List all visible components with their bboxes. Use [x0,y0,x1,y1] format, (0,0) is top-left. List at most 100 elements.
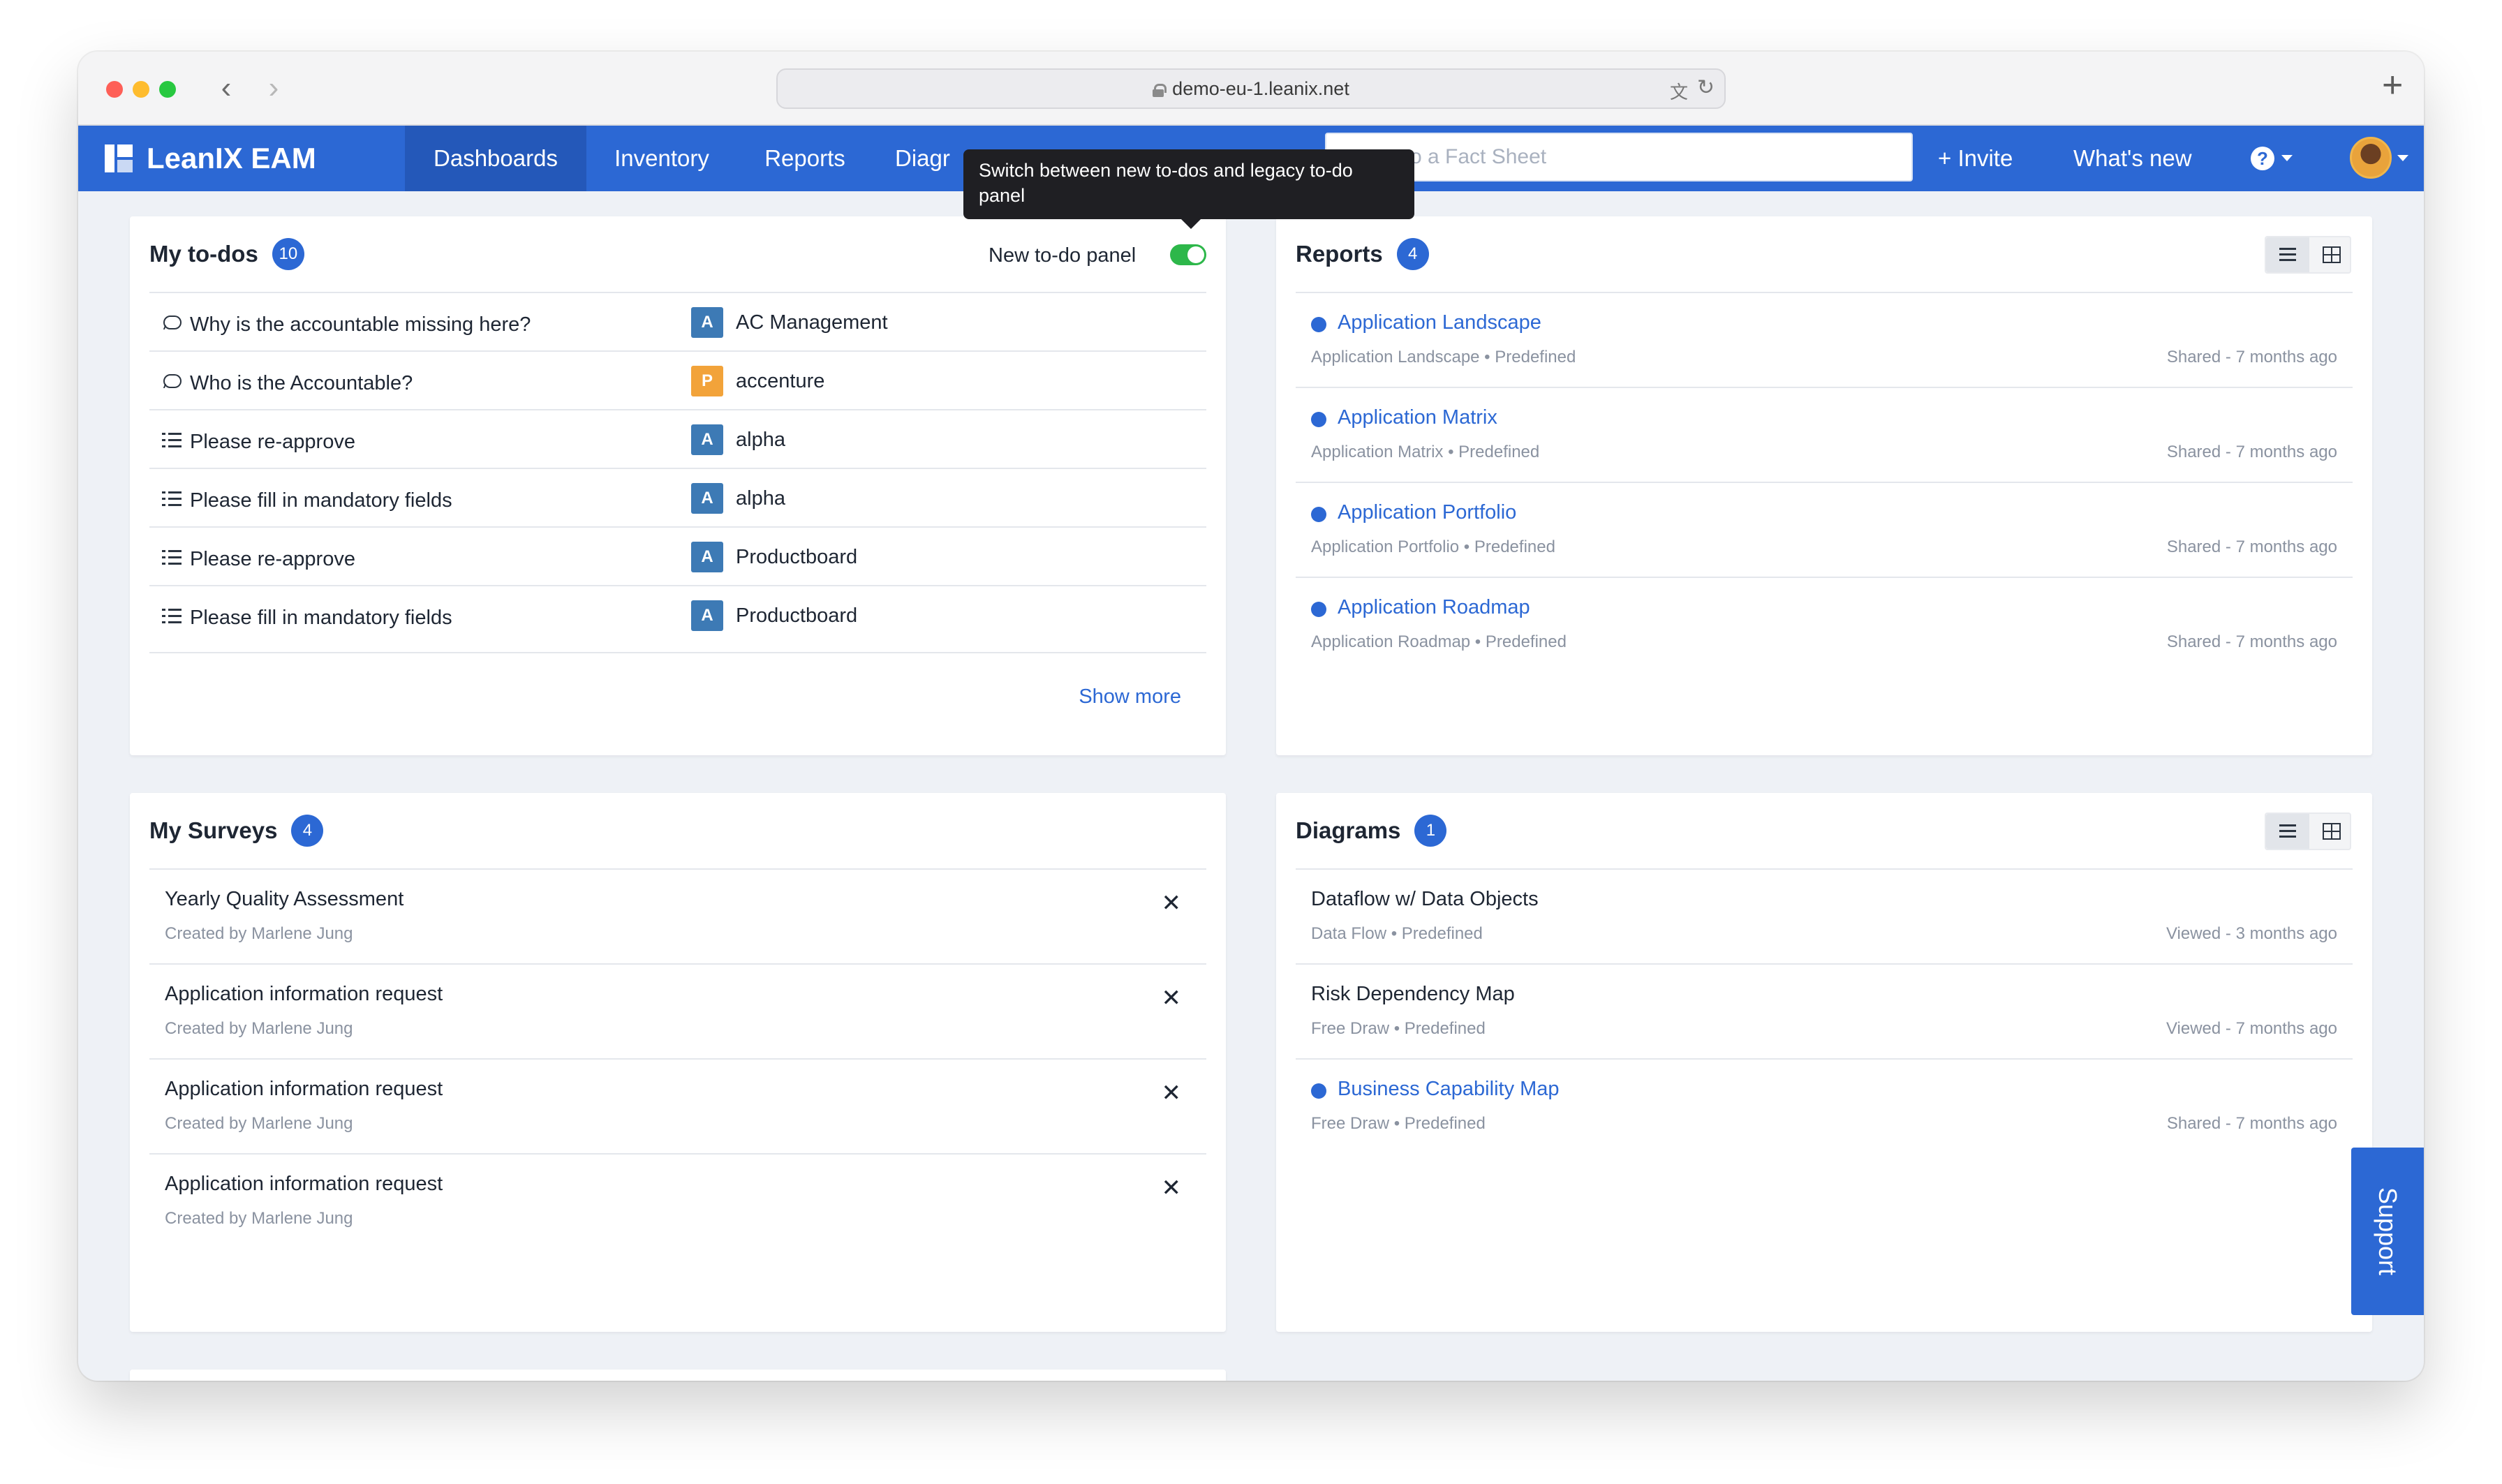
diagrams-title-text: Diagrams [1296,817,1401,843]
forward-arrow-icon[interactable]: › [260,67,288,109]
invite-button[interactable]: + Invite [1938,126,2013,191]
fact-sheet-name[interactable]: Productboard [736,528,857,586]
translate-icon[interactable]: 文 [1670,78,1688,104]
survey-item[interactable]: Application information request Created … [149,1155,1206,1249]
todo-row[interactable]: Please re-approve A alpha [149,410,1206,469]
todo-row[interactable]: Please re-approve A Productboard [149,528,1206,586]
todo-row[interactable]: Please fill in mandatory fields A Produc… [149,586,1206,653]
new-todo-panel-toggle[interactable] [1170,244,1206,265]
surveys-card: My Surveys 4 Yearly Quality Assessment Cr… [130,793,1226,1332]
brand-name: LeanIX EAM [147,142,316,175]
close-icon[interactable]: ✕ [1162,1079,1182,1107]
fact-sheet-name[interactable]: AC Management [736,293,888,352]
report-subtitle: Application Portfolio • Predefined [1311,537,1555,556]
user-chevron-down-icon[interactable] [2397,155,2408,161]
tab-dashboards[interactable]: Dashboards [405,126,586,191]
report-item[interactable]: Application Landscape Application Landsc… [1296,293,2353,388]
todos-count-badge: 10 [272,238,304,270]
grid-view-icon[interactable] [2309,814,2353,849]
diagram-title[interactable]: Business Capability Map [1338,1075,1560,1103]
surveys-title-text: My Surveys [149,817,278,843]
help-chevron-down-icon[interactable] [2281,155,2293,161]
survey-subtitle: Created by Marlene Jung [165,1209,353,1228]
back-arrow-icon[interactable]: ‹ [212,67,240,109]
close-icon[interactable]: ✕ [1162,1174,1182,1202]
report-item[interactable]: Application Matrix Application Matrix • … [1296,388,2353,483]
shared-dot-icon [1311,507,1326,522]
survey-subtitle: Created by Marlene Jung [165,1114,353,1133]
todo-row[interactable]: Please fill in mandatory fields A alpha [149,469,1206,528]
list-view-icon[interactable] [2266,237,2309,272]
diagram-item[interactable]: Risk Dependency Map Free Draw • Predefin… [1296,965,2353,1060]
fact-sheet-name[interactable]: Productboard [736,586,857,645]
tab-diagrams[interactable]: Diagr [873,126,963,191]
survey-title[interactable]: Application information request [165,1075,443,1103]
support-label: Support [2374,1187,2402,1276]
diagrams-title: Diagrams 1 [1296,813,1447,849]
report-item[interactable]: Application Roadmap Application Roadmap … [1296,578,2353,673]
close-window-button[interactable] [106,81,123,98]
diagram-item[interactable]: Business Capability Map Free Draw • Pred… [1296,1060,2353,1155]
survey-title[interactable]: Yearly Quality Assessment [165,885,404,913]
reload-icon[interactable]: ↻ [1697,75,1715,100]
survey-subtitle: Created by Marlene Jung [165,924,353,943]
shared-dot-icon [1311,317,1326,332]
checklist-icon [162,607,182,624]
todo-row[interactable]: Why is the accountable missing here? A A… [149,293,1206,352]
checklist-icon [162,431,182,448]
fact-sheet-name[interactable]: alpha [736,410,785,469]
report-item[interactable]: Application Portfolio Application Portfo… [1296,483,2353,578]
fact-sheet-name[interactable]: accenture [736,352,824,410]
todo-text: Please fill in mandatory fields [190,489,452,512]
reports-count-badge: 4 [1396,238,1429,270]
report-subtitle: Application Roadmap • Predefined [1311,632,1567,651]
fact-sheet-type-badge: A [691,600,723,631]
close-icon[interactable]: ✕ [1162,889,1182,917]
diagram-item[interactable]: Dataflow w/ Data Objects Data Flow • Pre… [1296,870,2353,965]
new-todo-panel-label: New to-do panel [989,244,1137,267]
fact-sheet-type-badge: P [691,366,723,396]
minimize-window-button[interactable] [133,81,149,98]
survey-subtitle: Created by Marlene Jung [165,1019,353,1038]
report-subtitle: Application Matrix • Predefined [1311,443,1540,461]
diagram-meta: Viewed - 7 months ago [2166,1019,2337,1038]
chat-icon [162,314,182,331]
grid-view-icon[interactable] [2309,237,2353,272]
tab-reports[interactable]: Reports [737,126,873,191]
surveys-title: My Surveys 4 [149,813,324,849]
report-title[interactable]: Application Roadmap [1338,593,1530,621]
support-tab[interactable]: Support [2351,1148,2424,1315]
diagram-title[interactable]: Risk Dependency Map [1311,980,1515,1008]
diagram-title[interactable]: Dataflow w/ Data Objects [1311,885,1539,913]
tab-inventory[interactable]: Inventory [586,126,737,191]
todos-title-text: My to-dos [149,241,258,267]
diagram-meta: Shared - 7 months ago [2166,1114,2337,1133]
survey-item[interactable]: Application information request Created … [149,965,1206,1060]
address-bar[interactable]: demo-eu-1.leanix.net 文 ↻ [776,68,1726,109]
todo-panel-tooltip: Switch between new to-dos and legacy to-… [963,149,1414,229]
diagram-subtitle: Free Draw • Predefined [1311,1019,1486,1038]
fact-sheet-name[interactable]: alpha [736,469,785,528]
show-more-link[interactable]: Show more [1079,683,1181,711]
list-view-icon[interactable] [2266,814,2309,849]
report-title[interactable]: Application Matrix [1338,403,1497,431]
report-subtitle: Application Landscape • Predefined [1311,348,1576,366]
report-title[interactable]: Application Portfolio [1338,498,1516,526]
close-icon[interactable]: ✕ [1162,984,1182,1012]
new-tab-icon[interactable]: + [2382,64,2403,106]
maximize-window-button[interactable] [159,81,176,98]
help-icon[interactable]: ? [2251,147,2274,170]
todo-row[interactable]: Who is the Accountable? P accenture [149,352,1206,410]
survey-item[interactable]: Application information request Created … [149,1060,1206,1155]
diagram-meta: Viewed - 3 months ago [2166,924,2337,943]
survey-title[interactable]: Application information request [165,1170,443,1198]
survey-item[interactable]: Yearly Quality Assessment Created by Mar… [149,870,1206,965]
report-title[interactable]: Application Landscape [1338,309,1541,336]
diagram-subtitle: Data Flow • Predefined [1311,924,1483,943]
chat-icon [162,373,182,389]
whats-new-link[interactable]: What's new [2073,126,2192,191]
survey-title[interactable]: Application information request [165,980,443,1008]
brand-logo[interactable]: LeanIX EAM [105,126,316,191]
todo-text: Please re-approve [190,548,355,570]
user-avatar[interactable] [2350,137,2392,179]
